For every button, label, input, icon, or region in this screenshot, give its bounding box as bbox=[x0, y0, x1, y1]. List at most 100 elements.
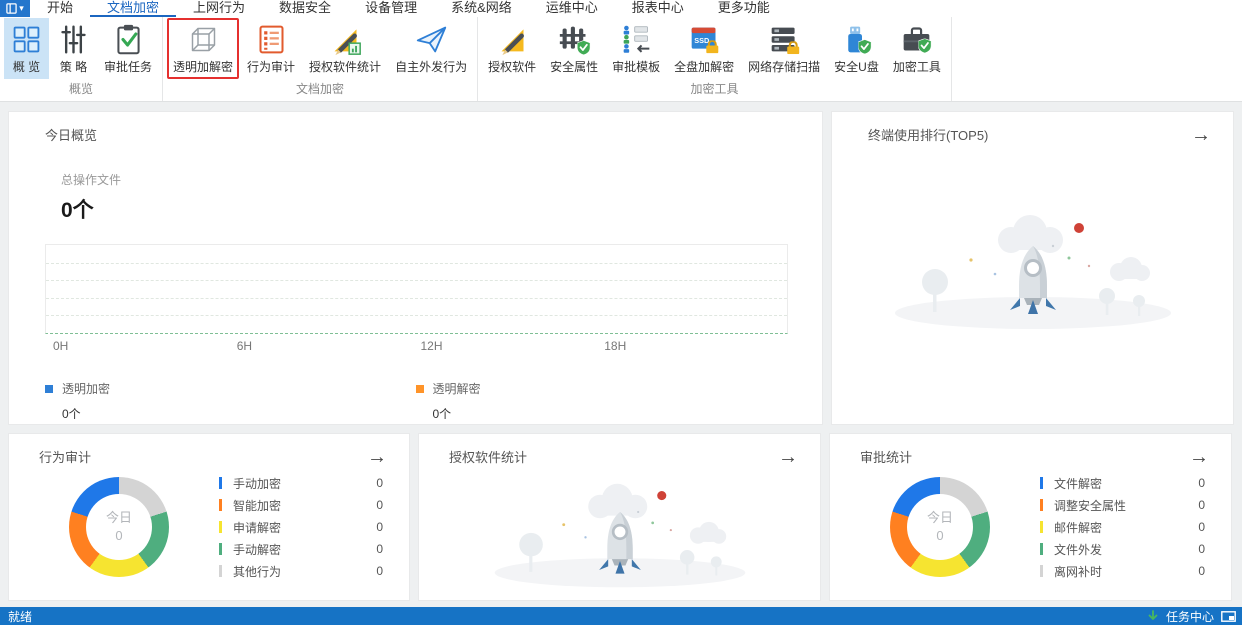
panel-title: 授权软件统计 bbox=[449, 450, 528, 465]
authorized-software-icon bbox=[496, 23, 529, 56]
legend-swatch bbox=[219, 499, 222, 511]
legend-value: 0 bbox=[1198, 542, 1205, 556]
behavior-audit-panel: 行为审计 → 今日 0 手动加密 0 智能加密 0 申请解密 0 手动解密 0 … bbox=[8, 433, 410, 601]
ribbon-button[interactable]: 全盘加解密 bbox=[668, 18, 740, 79]
legend-swatch bbox=[1040, 543, 1043, 555]
task-center-button[interactable]: 任务中心 bbox=[1166, 608, 1214, 625]
panel-title: 终端使用排行(TOP5) bbox=[868, 128, 989, 143]
legend-swatch bbox=[219, 543, 222, 555]
legend-label: 其他行为 bbox=[233, 564, 282, 579]
legend-label: 智能加密 bbox=[233, 498, 282, 513]
ribbon-group-label: 概览 bbox=[69, 82, 94, 96]
legend-label: 手动解密 bbox=[233, 542, 282, 557]
legend-swatch bbox=[219, 477, 222, 489]
ribbon-button[interactable]: 透明加解密 bbox=[167, 18, 240, 79]
legend-item: 申请解密 0 bbox=[219, 516, 383, 538]
ribbon-button[interactable]: 审批模板 bbox=[606, 18, 666, 79]
behavior-audit-list-icon bbox=[255, 23, 288, 56]
ribbon-tab[interactable]: 系统&网络 bbox=[434, 0, 529, 17]
legend-item: 手动解密 0 bbox=[219, 538, 383, 560]
legend-item: 离网补时 0 bbox=[1040, 560, 1205, 582]
legend-value: 0 bbox=[376, 542, 383, 556]
legend-value: 0 bbox=[1198, 520, 1205, 534]
arrow-icon[interactable]: → bbox=[367, 447, 387, 467]
ribbon-tab[interactable]: 上网行为 bbox=[176, 0, 262, 17]
x-axis-tick: 6H bbox=[236, 339, 253, 353]
app-menu-caret-icon: ▾ bbox=[19, 3, 24, 13]
overview-grid-icon bbox=[10, 23, 43, 56]
ribbon-button[interactable]: 安全属性 bbox=[544, 18, 604, 79]
legend-swatch bbox=[1040, 499, 1043, 511]
arrow-icon[interactable]: → bbox=[1191, 125, 1211, 145]
total-files-label: 总操作文件 bbox=[61, 173, 122, 187]
legend-swatch bbox=[415, 384, 424, 393]
ribbon-button[interactable]: 策 略 bbox=[51, 18, 96, 79]
app-menu-button[interactable]: ▾ bbox=[0, 0, 30, 17]
x-axis-tick: 0H bbox=[53, 339, 69, 353]
donut-chart: 今日 0 bbox=[69, 477, 169, 577]
ribbon-button[interactable]: 加密工具 bbox=[887, 18, 947, 79]
arrow-icon[interactable]: → bbox=[1189, 447, 1209, 467]
x-axis-tick: 18H bbox=[604, 339, 627, 353]
ribbon-button[interactable]: 授权软件 bbox=[482, 18, 542, 79]
ribbon-button[interactable]: 安全U盘 bbox=[828, 18, 885, 79]
ribbon-button[interactable]: 行为审计 bbox=[241, 18, 301, 79]
panel-title: 审批统计 bbox=[860, 450, 913, 465]
legend-value: 0 bbox=[1198, 476, 1205, 490]
x-axis-tick: 12H bbox=[420, 339, 443, 353]
software-stats-panel: 授权软件统计 → bbox=[418, 433, 821, 601]
panel-title: 今日概览 bbox=[45, 128, 98, 143]
ribbon-button[interactable]: 授权软件统计 bbox=[303, 18, 387, 79]
legend-item: 智能加密 0 bbox=[219, 494, 383, 516]
legend-label: 透明加密 bbox=[62, 382, 111, 396]
legend-label: 调整安全属性 bbox=[1054, 498, 1127, 513]
legend-swatch bbox=[1040, 521, 1043, 533]
ribbon-tab-bar: ▾ 开始 文档加密 上网行为 数据安全 设备管理 系统&网络 运维中心 报表中心… bbox=[0, 0, 1242, 17]
arrow-icon[interactable]: → bbox=[778, 447, 798, 467]
ribbon-tab[interactable]: 更多功能 bbox=[701, 0, 787, 17]
ribbon-tab[interactable]: 数据安全 bbox=[262, 0, 348, 17]
ribbon-tab[interactable]: 设备管理 bbox=[348, 0, 434, 17]
ribbon-tab[interactable]: 开始 bbox=[30, 0, 90, 17]
ribbon-button[interactable]: 自主外发行为 bbox=[389, 18, 473, 79]
secure-usb-icon bbox=[840, 23, 873, 56]
network-storage-scan-icon bbox=[768, 23, 801, 56]
ribbon-group-doc-encrypt: 透明加解密 行为审计 授权软件统计 自主外发行为 文档加密 bbox=[163, 17, 479, 101]
status-bar: 就绪 任务中心 bbox=[0, 607, 1242, 625]
ribbon-button[interactable]: 概 览 bbox=[4, 18, 49, 79]
ribbon-group-label: 加密工具 bbox=[690, 82, 739, 96]
download-icon bbox=[1148, 610, 1158, 620]
legend-label: 离网补时 bbox=[1054, 564, 1103, 579]
approval-stats-panel: 审批统计 → 今日 0 文件解密 0 调整安全属性 0 邮件解密 0 文件外发 … bbox=[829, 433, 1232, 601]
legend-swatch bbox=[219, 565, 222, 577]
legend-item: 手动加密 0 bbox=[219, 472, 383, 494]
legend-item: 邮件解密 0 bbox=[1040, 516, 1205, 538]
chart-legend: 透明加密 0个 透明解密 0个 bbox=[45, 380, 786, 422]
legend-swatch bbox=[1040, 565, 1043, 577]
legend-value: 0个 bbox=[432, 407, 452, 421]
legend-value: 0个 bbox=[62, 407, 81, 421]
encrypt-toolbox-icon bbox=[900, 23, 933, 56]
ribbon-tab[interactable]: 报表中心 bbox=[615, 0, 701, 17]
legend-item: 文件外发 0 bbox=[1040, 538, 1205, 560]
legend-label: 申请解密 bbox=[233, 520, 282, 535]
desktop-panel-icon[interactable] bbox=[1221, 610, 1236, 622]
ribbon-tab[interactable]: 运维中心 bbox=[529, 0, 615, 17]
ribbon-button[interactable]: 审批任务 bbox=[98, 18, 158, 79]
legend-label: 文件解密 bbox=[1054, 476, 1103, 491]
approval-task-clipboard-icon bbox=[112, 23, 145, 56]
ribbon-tab[interactable]: 文档加密 bbox=[90, 0, 177, 17]
ribbon: 概 览 策 略 审批任务 概览 透明加解密 行为审计 授权软件统计 自主外发行为… bbox=[0, 17, 1242, 102]
donut-center-value: 0 bbox=[936, 528, 944, 543]
transparent-encrypt-cube-icon bbox=[187, 23, 220, 56]
ribbon-button[interactable]: 网络存储扫描 bbox=[742, 18, 826, 79]
legend-item: 透明加密 0个 bbox=[45, 380, 416, 422]
legend-value: 0 bbox=[376, 564, 383, 578]
legend-item: 文件解密 0 bbox=[1040, 472, 1205, 494]
policy-sliders-icon bbox=[57, 23, 90, 56]
legend-label: 文件外发 bbox=[1054, 542, 1103, 557]
legend-value: 0 bbox=[376, 476, 383, 490]
outgoing-paper-plane-icon bbox=[415, 23, 448, 56]
legend-value: 0 bbox=[376, 498, 383, 512]
today-overview-panel: 今日概览 总操作文件 0个 0H 6H 12H 18H 透明加密 0个 透明解密… bbox=[8, 111, 823, 425]
